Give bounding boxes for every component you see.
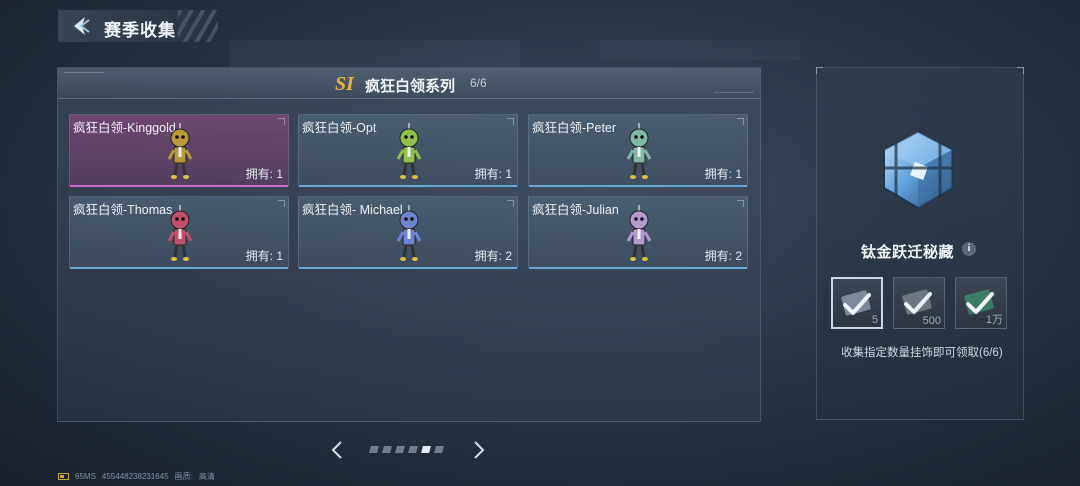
collection-card[interactable]: 疯狂白领- Michael 拥有: 2 — [298, 196, 518, 269]
page-dot[interactable] — [434, 446, 444, 453]
reward-description: 收集指定数量挂饰即可领取(6/6) — [841, 347, 1003, 359]
card-corner — [507, 118, 514, 125]
page-title: 赛季收集 — [104, 21, 176, 40]
corner-decoration — [1017, 67, 1024, 74]
series-count: 6/6 — [470, 76, 487, 90]
card-underline — [299, 185, 517, 187]
collection-card[interactable]: 疯狂白领-Peter 拥有: 1 — [528, 114, 748, 187]
card-underline — [529, 185, 747, 187]
collection-card[interactable]: 疯狂白领-Kinggold 拥有: 1 — [69, 114, 289, 187]
pendant-figure-icon — [626, 205, 652, 261]
pendant-figure-icon — [167, 123, 193, 179]
card-underline — [299, 267, 517, 269]
card-name: 疯狂白领-Julian — [532, 203, 619, 217]
page-dot[interactable] — [369, 446, 379, 453]
card-corner — [737, 118, 744, 125]
background-panel — [230, 40, 520, 70]
owned-count: 拥有: 1 — [245, 167, 283, 181]
card-name: 疯狂白领-Opt — [302, 121, 377, 135]
page-dot[interactable] — [395, 446, 405, 453]
page-dot[interactable] — [408, 446, 418, 453]
card-corner — [278, 200, 285, 207]
reward-name: 钛金跃迁秘藏 — [861, 244, 955, 261]
status-footer: 65MS 455448238231645 画质: 高清 — [58, 471, 221, 482]
pendant-figure-icon — [626, 123, 652, 179]
owned-count: 拥有: 2 — [474, 249, 512, 263]
next-page-arrow-icon[interactable] — [472, 440, 486, 460]
card-name: 疯狂白领-Kinggold — [73, 121, 176, 135]
owned-count: 拥有: 1 — [474, 167, 512, 181]
page-dot[interactable] — [382, 446, 392, 453]
card-underline — [529, 267, 747, 269]
series-name: 疯狂白领系列 — [365, 78, 456, 95]
pendant-figure-icon — [167, 205, 193, 261]
ping-value: 65MS — [75, 472, 96, 481]
back-arrow-icon — [74, 17, 90, 35]
background-panel — [600, 40, 800, 60]
quality-value: 高清 — [198, 472, 215, 481]
season-logo: SI — [335, 73, 354, 95]
titanium-crate-icon — [883, 130, 953, 210]
card-corner — [278, 118, 285, 125]
header-decoration — [64, 72, 104, 77]
collection-card[interactable]: 疯狂白领-Julian 拥有: 2 — [528, 196, 748, 269]
quality-label: 画质: — [174, 472, 193, 481]
header-decoration — [714, 88, 754, 93]
card-name: 疯狂白领-Thomas — [73, 203, 173, 217]
page-dot[interactable] — [421, 446, 431, 453]
collection-card[interactable]: 疯狂白领-Opt 拥有: 1 — [298, 114, 518, 187]
pendant-figure-icon — [396, 205, 422, 261]
title-bar-stripes — [178, 10, 218, 42]
owned-count: 拥有: 1 — [245, 249, 283, 263]
card-corner — [507, 200, 514, 207]
pagination — [330, 440, 490, 460]
card-underline — [70, 267, 288, 269]
card-name: 疯狂白领- Michael — [302, 203, 403, 217]
tier-amount: 1万 — [985, 314, 1003, 326]
card-underline — [70, 185, 288, 187]
reward-tier[interactable]: 1万 — [955, 277, 1007, 329]
card-corner — [737, 200, 744, 207]
reward-tier[interactable]: 5 — [831, 277, 883, 329]
corner-decoration — [816, 67, 823, 74]
battery-icon — [58, 473, 69, 481]
pendant-figure-icon — [396, 123, 422, 179]
prev-page-arrow-icon[interactable] — [330, 440, 344, 460]
back-button[interactable] — [68, 13, 94, 39]
tier-amount: 500 — [922, 315, 941, 327]
owned-count: 拥有: 1 — [704, 167, 742, 181]
card-name: 疯狂白领-Peter — [532, 121, 617, 135]
collection-card[interactable]: 疯狂白领-Thomas 拥有: 1 — [69, 196, 289, 269]
user-id: 455448238231645 — [101, 472, 169, 481]
tier-amount: 5 — [871, 314, 878, 326]
reward-tier[interactable]: 500 — [893, 277, 945, 329]
info-icon[interactable]: i — [962, 242, 976, 256]
series-header: SI 疯狂白领系列 6/6 — [58, 68, 760, 99]
owned-count: 拥有: 2 — [704, 249, 742, 263]
